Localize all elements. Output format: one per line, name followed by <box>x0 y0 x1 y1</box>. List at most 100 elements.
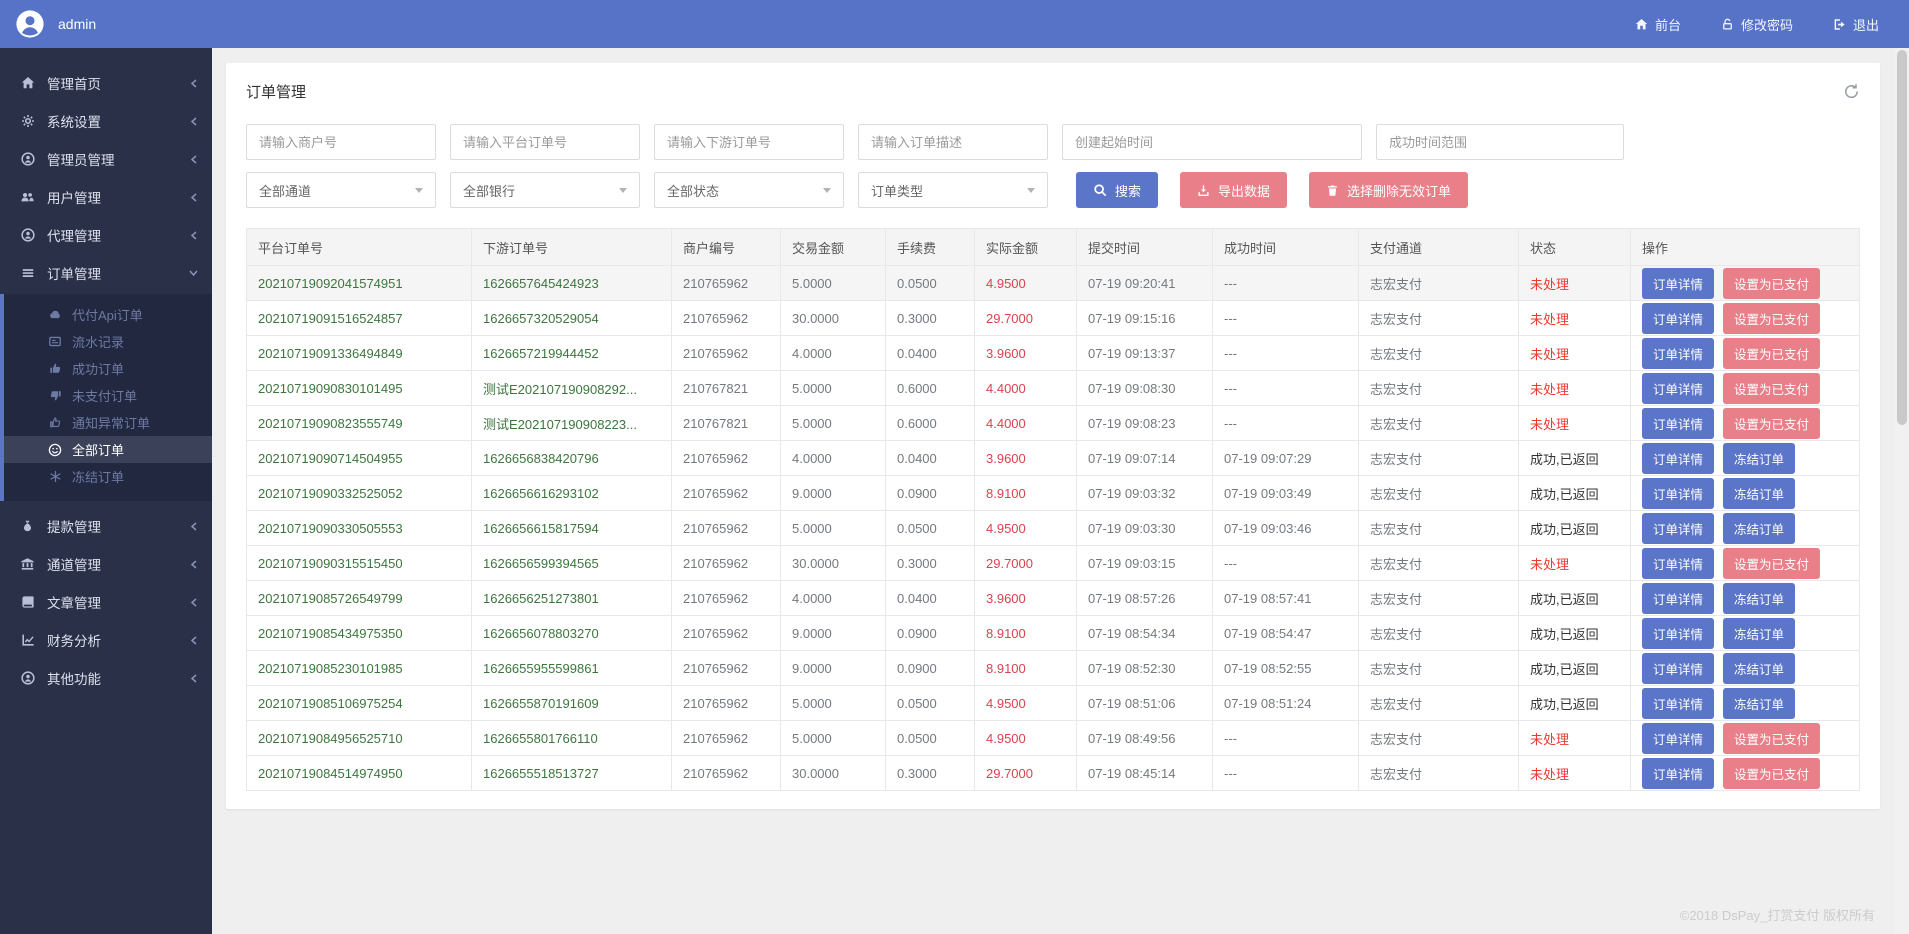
export-data-button[interactable]: 导出数据 <box>1180 172 1287 208</box>
order-status: 成功,已返回 <box>1519 651 1631 686</box>
sidebar-item-channel-management[interactable]: 通道管理 <box>0 545 212 583</box>
freeze-order-button[interactable]: 冻结订单 <box>1723 513 1795 544</box>
order-detail-button[interactable]: 订单详情 <box>1642 758 1714 789</box>
order-submenu: 代付Api订单 流水记录 成功订单 未支付订单 通知异常订单 全部订单 冻结订单 <box>0 294 212 501</box>
submenu-item-all-orders[interactable]: 全部订单 <box>4 436 212 463</box>
search-icon <box>1093 183 1107 197</box>
downstream-order-no: 1626656599394565 <box>472 546 672 581</box>
submenu-item-success-orders[interactable]: 成功订单 <box>4 355 212 382</box>
set-paid-button[interactable]: 设置为已支付 <box>1723 373 1820 404</box>
order-detail-button[interactable]: 订单详情 <box>1642 513 1714 544</box>
submenu-item-notify-error-orders[interactable]: 通知异常订单 <box>4 409 212 436</box>
downstream-order-no: 1626656615817594 <box>472 511 672 546</box>
copyright-footer: ©2018 DsPay_打赏支付 版权所有 <box>1680 905 1875 924</box>
bank-select[interactable]: 全部银行 <box>450 172 640 208</box>
platform-order-no: 20210719085106975254 <box>247 686 472 721</box>
channel-select[interactable]: 全部通道 <box>246 172 436 208</box>
sidebar-item-article-management[interactable]: 文章管理 <box>0 583 212 621</box>
order-detail-button[interactable]: 订单详情 <box>1642 688 1714 719</box>
submenu-item-api-orders[interactable]: 代付Api订单 <box>4 301 212 328</box>
order-status: 未处理 <box>1519 756 1631 791</box>
page-scrollbar[interactable] <box>1895 48 1909 934</box>
order-type-select[interactable]: 订单类型 <box>858 172 1048 208</box>
submenu-item-unpaid-orders[interactable]: 未支付订单 <box>4 382 212 409</box>
money-bag-icon <box>19 519 36 533</box>
order-detail-button[interactable]: 订单详情 <box>1642 653 1714 684</box>
refresh-icon[interactable] <box>1843 83 1860 100</box>
actions-cell: 订单详情冻结订单 <box>1631 651 1860 686</box>
trade-amount: 4.0000 <box>781 581 886 616</box>
caret-down-icon <box>1027 188 1035 193</box>
freeze-order-button[interactable]: 冻结订单 <box>1723 443 1795 474</box>
sidebar-item-withdraw-management[interactable]: 提款管理 <box>0 507 212 545</box>
submenu-item-label: 冻结订单 <box>72 467 124 486</box>
table-row: 2021071909071450495516266568384207962107… <box>247 441 1860 476</box>
merchant-no-input[interactable] <box>246 124 436 160</box>
order-status: 成功,已返回 <box>1519 581 1631 616</box>
success-time: --- <box>1213 371 1359 406</box>
logout-link-label: 退出 <box>1853 15 1879 34</box>
platform-order-no-input[interactable] <box>450 124 640 160</box>
delete-invalid-orders-button[interactable]: 选择删除无效订单 <box>1309 172 1468 208</box>
sidebar-item-label: 管理员管理 <box>47 149 115 169</box>
order-detail-button[interactable]: 订单详情 <box>1642 338 1714 369</box>
frontend-link[interactable]: 前台 <box>1635 15 1681 34</box>
order-detail-button[interactable]: 订单详情 <box>1642 443 1714 474</box>
freeze-order-button[interactable]: 冻结订单 <box>1723 688 1795 719</box>
sidebar-item-admin-management[interactable]: 管理员管理 <box>0 140 212 178</box>
bank-select-value: 全部银行 <box>463 181 515 200</box>
freeze-order-button[interactable]: 冻结订单 <box>1723 653 1795 684</box>
logout-link[interactable]: 退出 <box>1833 15 1879 34</box>
chevron-left-icon <box>190 231 198 240</box>
set-paid-button[interactable]: 设置为已支付 <box>1723 758 1820 789</box>
downstream-order-no-input[interactable] <box>654 124 844 160</box>
order-detail-button[interactable]: 订单详情 <box>1642 303 1714 334</box>
sidebar-item-agent-management[interactable]: 代理管理 <box>0 216 212 254</box>
sidebar-item-user-management[interactable]: 用户管理 <box>0 178 212 216</box>
fee: 0.0500 <box>886 686 975 721</box>
downstream-order-no: 1626656616293102 <box>472 476 672 511</box>
success-time-input[interactable] <box>1376 124 1624 160</box>
filter-row-1 <box>246 124 1860 160</box>
list-icon <box>19 266 36 280</box>
sidebar-item-finance-analysis[interactable]: 财务分析 <box>0 621 212 659</box>
change-password-link[interactable]: 修改密码 <box>1721 15 1793 34</box>
order-detail-button[interactable]: 订单详情 <box>1642 478 1714 509</box>
freeze-order-button[interactable]: 冻结订单 <box>1723 478 1795 509</box>
status-select[interactable]: 全部状态 <box>654 172 844 208</box>
order-detail-button[interactable]: 订单详情 <box>1642 618 1714 649</box>
submenu-item-frozen-orders[interactable]: 冻结订单 <box>4 463 212 490</box>
col-actual-amount: 实际金额 <box>975 229 1077 266</box>
scrollbar-thumb[interactable] <box>1897 50 1907 425</box>
order-desc-input[interactable] <box>858 124 1048 160</box>
submenu-item-label: 全部订单 <box>72 440 124 459</box>
order-detail-button[interactable]: 订单详情 <box>1642 373 1714 404</box>
submenu-item-label: 代付Api订单 <box>72 305 143 324</box>
order-detail-button[interactable]: 订单详情 <box>1642 723 1714 754</box>
order-detail-button[interactable]: 订单详情 <box>1642 268 1714 299</box>
set-paid-button[interactable]: 设置为已支付 <box>1723 548 1820 579</box>
downstream-order-no: 1626656251273801 <box>472 581 672 616</box>
set-paid-button[interactable]: 设置为已支付 <box>1723 408 1820 439</box>
actions-cell: 订单详情冻结订单 <box>1631 511 1860 546</box>
sidebar-item-other-functions[interactable]: 其他功能 <box>0 659 212 697</box>
create-time-input[interactable] <box>1062 124 1362 160</box>
order-detail-button[interactable]: 订单详情 <box>1642 583 1714 614</box>
set-paid-button[interactable]: 设置为已支付 <box>1723 268 1820 299</box>
freeze-order-button[interactable]: 冻结订单 <box>1723 618 1795 649</box>
topbar: admin 前台 修改密码 退出 <box>0 0 1909 48</box>
set-paid-button[interactable]: 设置为已支付 <box>1723 303 1820 334</box>
search-button[interactable]: 搜索 <box>1076 172 1158 208</box>
submenu-item-flow-records[interactable]: 流水记录 <box>4 328 212 355</box>
trade-amount: 4.0000 <box>781 336 886 371</box>
user-avatar-icon[interactable] <box>15 9 45 39</box>
sidebar-item-system-settings[interactable]: 系统设置 <box>0 102 212 140</box>
set-paid-button[interactable]: 设置为已支付 <box>1723 723 1820 754</box>
order-detail-button[interactable]: 订单详情 <box>1642 548 1714 579</box>
set-paid-button[interactable]: 设置为已支付 <box>1723 338 1820 369</box>
sidebar-item-home[interactable]: 管理首页 <box>0 64 212 102</box>
sidebar-item-order-management[interactable]: 订单管理 <box>0 254 212 292</box>
order-status: 未处理 <box>1519 721 1631 756</box>
freeze-order-button[interactable]: 冻结订单 <box>1723 583 1795 614</box>
order-detail-button[interactable]: 订单详情 <box>1642 408 1714 439</box>
